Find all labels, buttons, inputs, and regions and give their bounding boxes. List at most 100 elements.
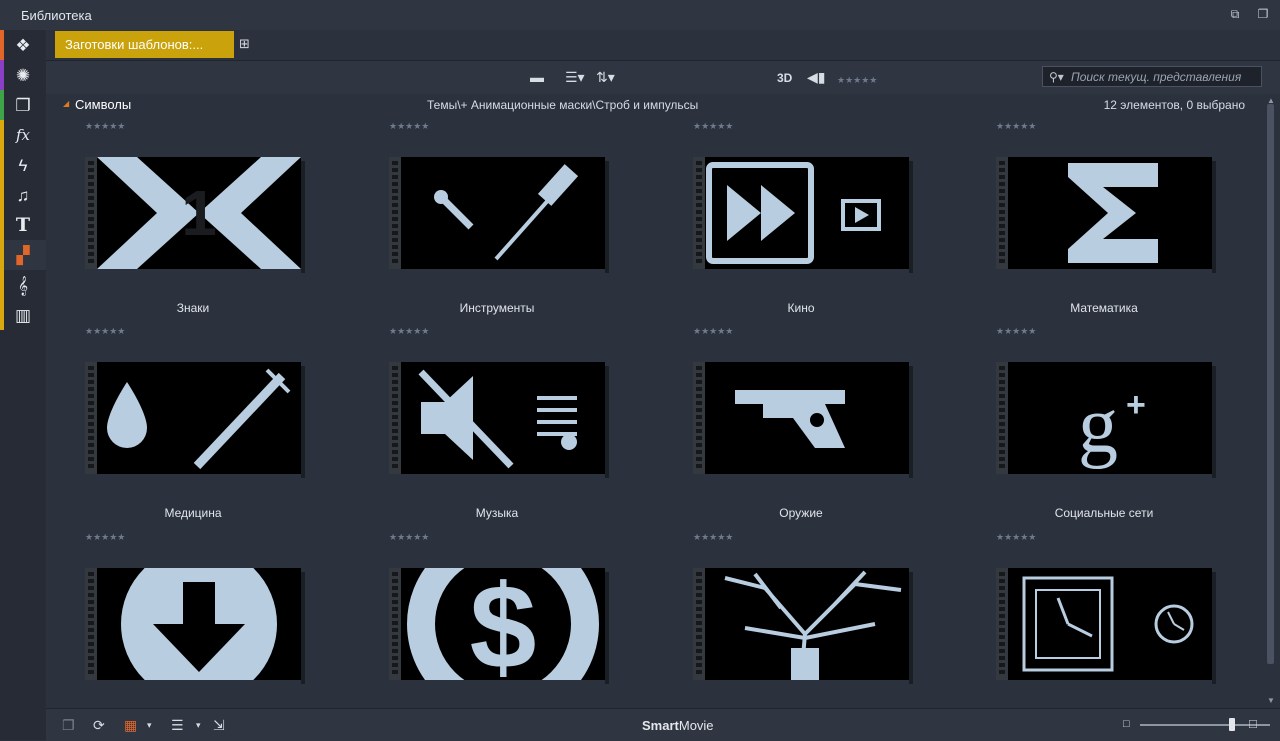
search-box[interactable]: ⚲▾ (1042, 66, 1262, 87)
rating-filter[interactable]: ★★★★★ (837, 72, 877, 88)
template-item[interactable]: ★★★★★ Инструменты (350, 115, 609, 315)
item-rating[interactable]: ★★★★★ (85, 532, 125, 543)
template-item[interactable]: ★★★★★ Математика (957, 115, 1216, 315)
thumbnail-shadow (301, 161, 305, 273)
item-thumbnail[interactable]: g + (996, 362, 1216, 478)
item-rating[interactable]: ★★★★★ (85, 326, 125, 337)
filmstrip-edge (85, 157, 97, 269)
sidebar-item-title-t[interactable]: T (0, 210, 46, 240)
scroll-down-icon[interactable]: ▼ (1267, 696, 1275, 705)
folder-icon[interactable]: ▬ (530, 69, 544, 85)
details-view-icon[interactable]: ☰ (171, 717, 184, 734)
zoom-slider-knob[interactable] (1229, 718, 1235, 731)
item-thumbnail[interactable]: 1 (85, 157, 305, 273)
svg-text:$: $ (470, 568, 537, 680)
filmstrip-edge (389, 362, 401, 474)
scrollbar-thumb[interactable] (1267, 104, 1274, 664)
sidebar-color-stripe (0, 90, 4, 120)
copy-icon[interactable]: ❐ (62, 717, 75, 734)
item-thumbnail[interactable] (85, 362, 305, 478)
sidebar-item-treble-clef[interactable]: 𝄞 (0, 270, 46, 300)
item-rating[interactable]: ★★★★★ (389, 532, 429, 543)
filmstrip-edge (996, 157, 1008, 269)
fx-icon: fx (15, 125, 30, 144)
collapse-triangle-icon[interactable]: ◢ (63, 99, 69, 108)
filmstrip-edge (996, 362, 1008, 474)
item-rating[interactable]: ★★★★★ (996, 121, 1036, 132)
item-thumbnail[interactable] (693, 568, 913, 684)
refresh-icon[interactable]: ⟳ (93, 717, 105, 734)
thumbnail-shadow (605, 572, 609, 684)
add-tab-icon[interactable]: ⊞ (239, 36, 259, 52)
template-item[interactable]: ★★★★★ Кино (654, 115, 913, 315)
template-item[interactable]: ★★★★★ 1 Знаки (46, 115, 305, 315)
sidebar-item-music-note[interactable]: ♫ (0, 180, 46, 210)
music-note-icon: ♫ (16, 185, 30, 205)
sidebar-item-fx[interactable]: fx (0, 120, 46, 150)
sidebar-item-media-layers[interactable]: ❖ (0, 30, 46, 60)
template-item[interactable]: ★★★★★ (46, 526, 305, 708)
library-toolbar: ▬ ☰▾ ⇅▾ 3D ◀▮ ★★★★★ ⚲▾ (46, 60, 1280, 94)
search-icon[interactable]: ⚲▾ (1049, 70, 1064, 84)
current-folder[interactable]: Символы (75, 97, 131, 112)
thumbnail-shadow (1212, 572, 1216, 684)
grid-view-icon[interactable]: ▦ (124, 717, 137, 734)
item-rating[interactable]: ★★★★★ (693, 326, 733, 337)
grid-view-dropdown-icon[interactable]: ▾ (147, 720, 152, 731)
medicine-artwork (107, 368, 291, 470)
undock-icon[interactable]: ⧉ (1228, 7, 1242, 21)
filmstrip-edge (85, 362, 97, 474)
template-item[interactable]: ★★★★★ (654, 526, 913, 708)
large-thumb-icon[interactable]: □ (1249, 716, 1257, 731)
details-view-dropdown-icon[interactable]: ▾ (196, 720, 201, 731)
item-thumbnail[interactable] (996, 568, 1216, 684)
item-rating[interactable]: ★★★★★ (693, 532, 733, 543)
item-thumbnail[interactable] (693, 362, 913, 478)
item-thumbnail[interactable] (996, 157, 1216, 273)
thumbnail-shadow (301, 366, 305, 478)
sidebar-item-template-blocks[interactable]: ▞ (0, 240, 46, 270)
sidebar-item-photo-stack[interactable]: ❐ (0, 90, 46, 120)
sidebar-color-stripe (0, 60, 4, 90)
template-item[interactable]: ★★★★★ Медицина (46, 320, 305, 520)
list-view-icon[interactable]: ☰▾ (565, 69, 585, 85)
tab-bar: Заготовки шаблонов:... ⊞ (46, 30, 1280, 58)
item-rating[interactable]: ★★★★★ (389, 326, 429, 337)
gplus-artwork: g + (1078, 382, 1146, 470)
sidebar-item-piano-keys[interactable]: ▥ (0, 300, 46, 330)
template-item[interactable]: ★★★★★ g + Социальные сети (957, 320, 1216, 520)
item-rating[interactable]: ★★★★★ (389, 121, 429, 132)
item-rating[interactable]: ★★★★★ (693, 121, 733, 132)
template-item[interactable]: ★★★★★ (957, 526, 1216, 708)
template-item[interactable]: ★★★★★ Оружие (654, 320, 913, 520)
thumbnail-shadow (909, 366, 913, 478)
sidebar-item-film-reel[interactable]: ✺ (0, 60, 46, 90)
title-t-icon: T (15, 213, 31, 236)
small-thumb-icon[interactable]: □ (1123, 718, 1130, 730)
item-thumbnail[interactable] (85, 568, 305, 684)
item-thumbnail[interactable]: $ (389, 568, 609, 684)
template-item[interactable]: ★★★★★ Музыка (350, 320, 609, 520)
tag-icon[interactable]: ◀▮ (807, 69, 825, 85)
sort-icon[interactable]: ⇅▾ (596, 69, 615, 85)
sidebar-color-stripe (0, 30, 4, 60)
item-thumbnail[interactable] (693, 157, 913, 273)
item-thumbnail[interactable] (389, 157, 609, 273)
import-icon[interactable]: ⇲ (213, 717, 225, 734)
filmstrip-edge (693, 362, 705, 474)
sidebar-color-stripe (0, 210, 4, 240)
toggle-3d-button[interactable]: 3D (777, 70, 792, 86)
film-reel-icon: ✺ (15, 65, 31, 85)
media-layers-icon: ❖ (15, 35, 31, 55)
vertical-scrollbar[interactable]: ▲ ▼ (1264, 94, 1280, 708)
template-item[interactable]: ★★★★★ $ (350, 526, 609, 708)
item-rating[interactable]: ★★★★★ (85, 121, 125, 132)
item-thumbnail[interactable] (389, 362, 609, 478)
search-input[interactable] (1071, 68, 1257, 85)
tab-template-presets[interactable]: Заготовки шаблонов:... (55, 31, 234, 58)
item-rating[interactable]: ★★★★★ (996, 326, 1036, 337)
item-rating[interactable]: ★★★★★ (996, 532, 1036, 543)
x1-artwork: 1 (97, 157, 301, 269)
restore-icon[interactable]: ❐ (1256, 7, 1270, 21)
sidebar-item-lightning[interactable]: ϟ (0, 150, 46, 180)
